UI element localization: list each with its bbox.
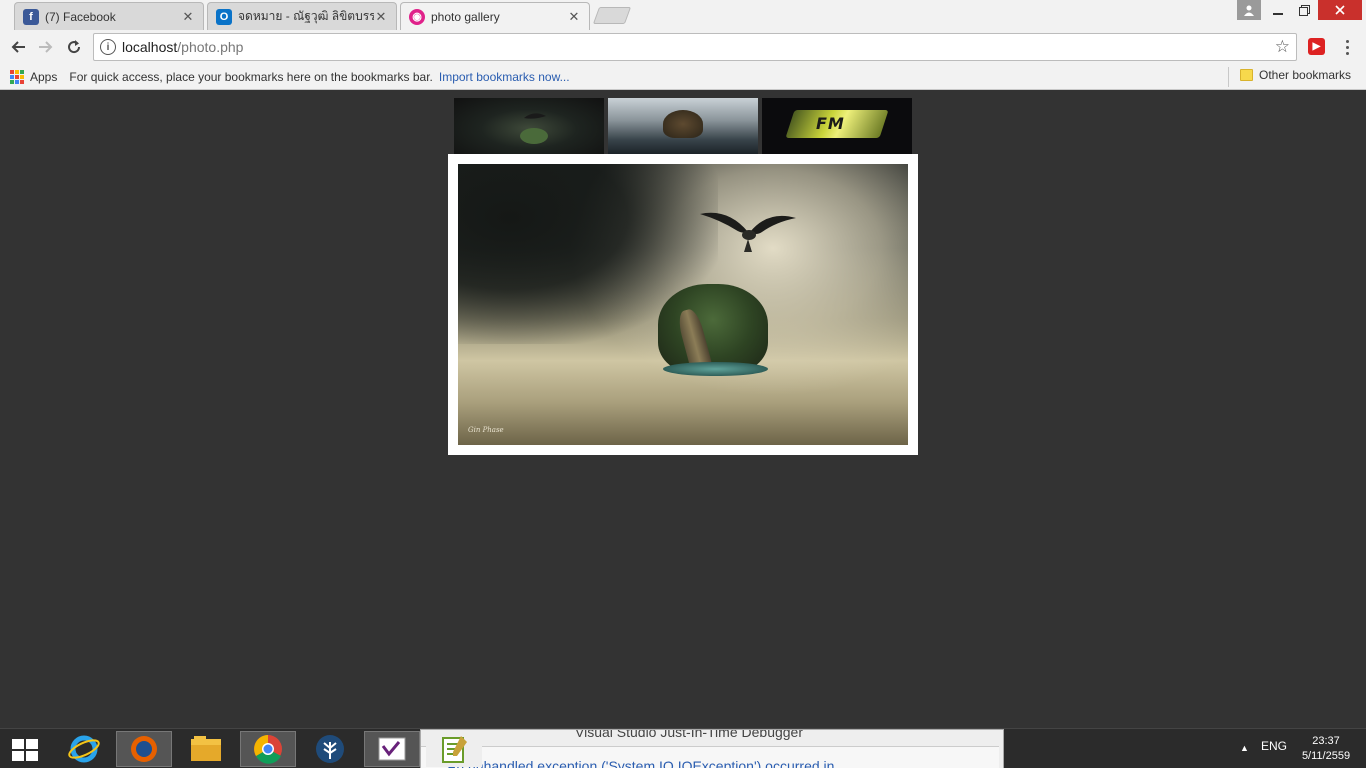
- minimize-button[interactable]: [1266, 0, 1290, 20]
- address-bar[interactable]: i localhost/photo.php ☆: [93, 33, 1297, 61]
- close-icon[interactable]: ✕: [567, 9, 581, 25]
- gallery-page: FM Gin Phase: [0, 90, 1366, 728]
- forward-button[interactable]: [35, 36, 57, 58]
- close-icon[interactable]: ✕: [374, 9, 388, 25]
- url-text[interactable]: localhost/photo.php: [122, 39, 243, 55]
- other-bookmarks-folder[interactable]: Other bookmarks: [1240, 68, 1351, 82]
- info-icon[interactable]: i: [100, 39, 116, 55]
- tree-app-icon: [316, 735, 344, 763]
- file-explorer-icon: [191, 736, 221, 761]
- thumbnail-fm-logo[interactable]: FM: [762, 98, 912, 154]
- vs-popup-message: An unhandled exception ('System.IO.IOExc…: [447, 758, 835, 768]
- new-tab-button[interactable]: [592, 7, 632, 24]
- tab-facebook[interactable]: f (7) Facebook ✕: [14, 2, 204, 30]
- taskbar-chrome[interactable]: [240, 731, 296, 767]
- bookmarks-separator: [1228, 67, 1229, 87]
- apps-icon[interactable]: [10, 69, 24, 84]
- windows-taskbar: Visual Studio Just-In-Time Debugger An u…: [0, 728, 1366, 768]
- bookmarks-bar: Apps For quick access, place your bookma…: [0, 64, 1366, 90]
- taskbar-app-tree[interactable]: [302, 731, 358, 767]
- bookmark-star-icon[interactable]: ☆: [1275, 37, 1290, 57]
- tab-photo-gallery[interactable]: ◉ photo gallery ✕: [400, 2, 590, 30]
- tray-expand-icon[interactable]: ▲: [1240, 743, 1249, 753]
- system-clock[interactable]: 23:37 5/11/2559: [1290, 734, 1362, 764]
- user-icon[interactable]: [1237, 0, 1261, 20]
- vs-popup-title: Visual Studio Just-In-Time Debugger: [575, 729, 803, 740]
- photo-island: [658, 284, 768, 374]
- main-photo[interactable]: Gin Phase: [458, 164, 908, 445]
- clock-time: 23:37: [1312, 735, 1340, 747]
- reload-button[interactable]: [63, 36, 85, 58]
- tab-title: (7) Facebook: [45, 9, 116, 24]
- import-bookmarks-link[interactable]: Import bookmarks now...: [439, 70, 570, 84]
- language-indicator[interactable]: ENG: [1261, 739, 1287, 753]
- gallery-icon: ◉: [409, 8, 425, 25]
- tab-title: photo gallery: [431, 9, 500, 24]
- fm-logo-text: FM: [816, 114, 845, 133]
- visual-studio-icon: [378, 737, 406, 761]
- close-window-button[interactable]: [1318, 0, 1362, 20]
- back-button[interactable]: [7, 36, 29, 58]
- close-icon[interactable]: ✕: [181, 9, 195, 25]
- main-photo-frame: Gin Phase: [448, 154, 918, 455]
- taskbar-notepad-plus[interactable]: [426, 731, 482, 767]
- browser-toolbar: i localhost/photo.php ☆ ▶: [0, 30, 1366, 64]
- extension-icon[interactable]: ▶: [1308, 38, 1325, 55]
- firefox-icon: [131, 736, 157, 762]
- url-host: localhost: [122, 39, 178, 55]
- tab-strip: f (7) Facebook ✕ O จดหมาย - ณัฐวุฒิ ลิขิ…: [0, 0, 1366, 30]
- thumbnail-floating-island[interactable]: [608, 98, 758, 154]
- clock-date: 5/11/2559: [1301, 750, 1351, 762]
- url-path: /photo.php: [177, 39, 244, 55]
- bookmarks-hint: For quick access, place your bookmarks h…: [69, 69, 433, 84]
- taskbar-visual-studio[interactable]: [364, 731, 420, 767]
- vs-debugger-popup[interactable]: Visual Studio Just-In-Time Debugger An u…: [420, 729, 1004, 768]
- apps-shortcut[interactable]: Apps: [30, 70, 57, 84]
- other-bookmarks-label: Other bookmarks: [1259, 68, 1352, 82]
- photo-water: [663, 362, 768, 376]
- facebook-icon: f: [23, 8, 39, 25]
- restore-button[interactable]: [1292, 0, 1316, 20]
- folder-icon: [1240, 69, 1253, 81]
- photo-bird: [700, 212, 796, 252]
- windows-start-icon[interactable]: [12, 739, 38, 761]
- photo-signature: Gin Phase: [468, 426, 504, 434]
- taskbar-internet-explorer[interactable]: [56, 731, 112, 767]
- taskbar-file-explorer[interactable]: [178, 731, 234, 767]
- chrome-icon: [254, 735, 282, 764]
- internet-explorer-icon: [68, 735, 100, 763]
- taskbar-firefox[interactable]: [116, 731, 172, 767]
- chrome-menu-icon[interactable]: [1339, 37, 1355, 57]
- notepad-plus-icon: [442, 736, 467, 763]
- tab-outlook[interactable]: O จดหมาย - ณัฐวุฒิ ลิขิตบรรณ ✕: [207, 2, 397, 30]
- outlook-icon: O: [216, 8, 232, 25]
- tab-title: จดหมาย - ณัฐวุฒิ ลิขิตบรรณ: [238, 9, 374, 23]
- thumbnail-bird-island[interactable]: [454, 98, 604, 154]
